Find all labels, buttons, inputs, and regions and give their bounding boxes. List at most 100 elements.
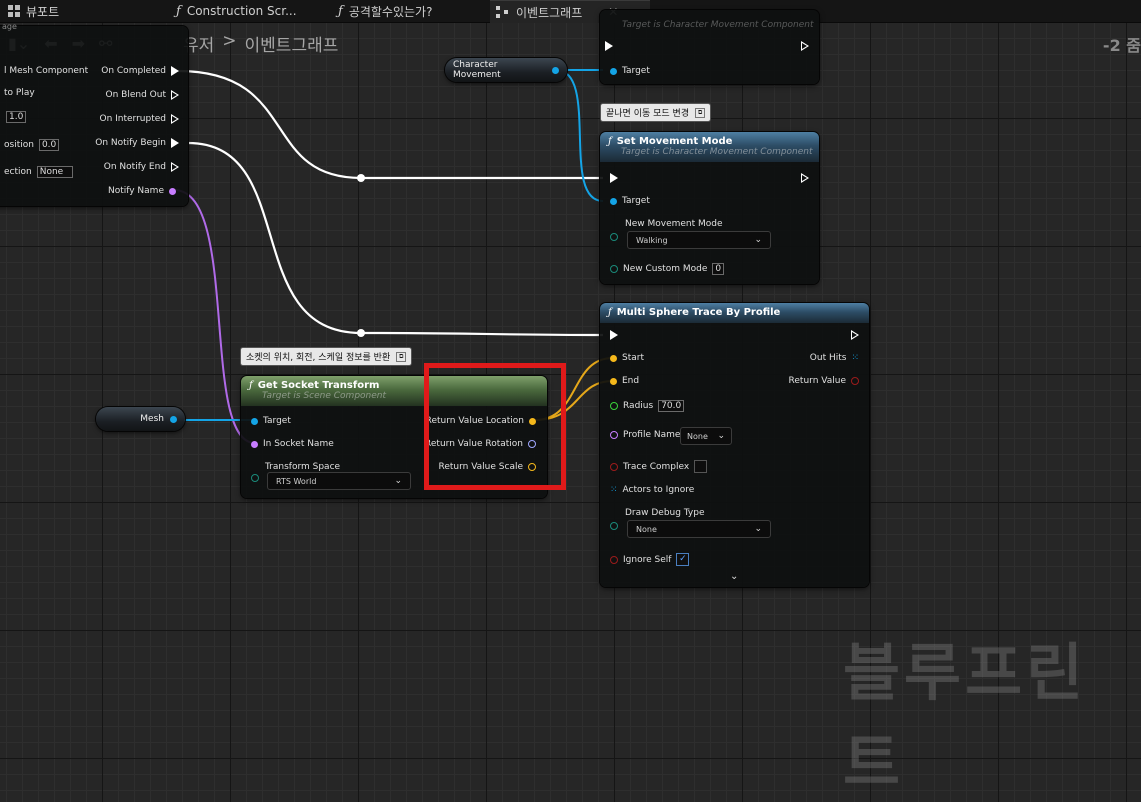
pin-position: osition 0.0 [4, 139, 60, 151]
comment-bubble[interactable]: 끝나면 이동 모드 변경 ⧉ [601, 104, 711, 121]
tab-label: 뷰포트 [26, 4, 60, 19]
exec-in-pin[interactable] [610, 330, 618, 340]
character-movement-variable[interactable]: Character Movement [445, 58, 567, 82]
exec-wire-to-trace [360, 331, 604, 337]
pin-section: ection None [4, 166, 73, 178]
exec-pin-icon [171, 162, 179, 172]
enum-pin-icon [610, 233, 618, 241]
reroute-knot-2 [357, 329, 365, 337]
exec-pin-icon [605, 41, 613, 51]
pin-trace-complex[interactable]: Trace Complex [610, 460, 708, 473]
ignore-self-checkbox[interactable]: ✓ [676, 553, 690, 566]
object-wire-cm-setmode [555, 69, 604, 202]
pin-target[interactable]: Target [251, 416, 291, 426]
exec-pin-icon [851, 330, 859, 340]
transform-space-label: Transform Space [265, 462, 341, 472]
bool-pin-icon [851, 377, 859, 385]
play-rate-input[interactable]: 1.0 [6, 111, 27, 123]
pin-profile-name[interactable]: Profile Name [610, 430, 680, 440]
position-input[interactable]: 0.0 [38, 139, 60, 151]
enum-pin-icon [251, 474, 259, 482]
exec-pin-icon [171, 114, 179, 124]
blueprint-watermark: 블루프린트 [843, 636, 1088, 799]
character-movement-node-top[interactable]: Target is Character Movement Component T… [600, 10, 819, 84]
exec-pin-icon [171, 66, 179, 76]
pin-new-movement-mode[interactable] [610, 233, 618, 241]
radius-input[interactable]: 70.0 [658, 400, 685, 412]
mesh-variable[interactable]: Mesh [96, 407, 185, 431]
tab-viewport[interactable]: 뷰포트 [8, 0, 59, 22]
tab-bar: 뷰포트 ƒ Construction Scr... ƒ 공격할수있는가? 이벤트… [0, 0, 1141, 23]
pin-return-value[interactable]: Return Value [789, 376, 859, 386]
pin-start[interactable]: Start [610, 353, 644, 363]
pin-mesh-component: l Mesh Component [4, 66, 89, 76]
name-pin-icon [169, 187, 176, 195]
array-pin-icon: ⁙ [851, 353, 859, 363]
pin-draw-debug-type[interactable] [610, 522, 618, 530]
profile-name-dropdown[interactable]: None ⌄ [680, 427, 732, 445]
tab-label: Construction Scr... [186, 4, 297, 18]
new-movement-mode-label: New Movement Mode [625, 219, 723, 229]
pin-play-rate: 1.0 [6, 111, 27, 123]
chevron-down-icon: ⌄ [754, 524, 762, 534]
node-subtitle: Target is Character Movement Component [622, 20, 814, 30]
pin-on-blend-out[interactable]: On Blend Out [106, 90, 179, 100]
set-movement-mode-node[interactable]: ƒ Set Movement Mode Target is Character M… [600, 132, 819, 284]
object-pin-icon[interactable] [552, 66, 559, 74]
exec-wire-completed [177, 69, 362, 180]
object-pin-icon [251, 417, 258, 425]
pin-transform-space[interactable] [251, 474, 259, 482]
tab-can-attack[interactable]: ƒ 공격할수있는가? [338, 0, 432, 22]
tab-label: 이벤트그래프 [516, 5, 583, 20]
pin-on-notify-end[interactable]: On Notify End [104, 162, 179, 172]
pin-notify-name[interactable]: Notify Name [108, 186, 176, 196]
exec-out-pin[interactable] [801, 41, 809, 51]
function-icon: ƒ [338, 3, 343, 19]
multi-sphere-trace-node[interactable]: ƒ Multi Sphere Trace By Profile Start End… [600, 303, 869, 587]
pin-actors-to-ignore[interactable]: ⁙ Actors to Ignore [610, 485, 694, 495]
float-pin-icon [610, 402, 618, 410]
pin-out-hits[interactable]: Out Hits ⁙ [810, 353, 859, 363]
exec-in-pin[interactable] [610, 173, 618, 183]
exec-in-pin[interactable] [605, 41, 613, 51]
function-icon: ƒ [608, 136, 612, 147]
custom-mode-input[interactable]: 0 [712, 263, 725, 275]
exec-out-pin[interactable] [801, 173, 809, 183]
breadcrumb-separator: > [222, 31, 237, 51]
pin-radius[interactable]: Radius 70.0 [610, 400, 685, 412]
section-input[interactable]: None [36, 166, 73, 178]
tab-label: 공격할수있는가? [348, 4, 433, 19]
pin-ignore-self[interactable]: Ignore Self ✓ [610, 553, 690, 566]
pin-new-custom-mode[interactable]: New Custom Mode 0 [610, 263, 725, 275]
trace-complex-checkbox[interactable] [694, 460, 708, 473]
chevron-down-icon: ⌄ [754, 235, 762, 245]
transform-space-dropdown[interactable]: RTS World ⌄ [267, 472, 411, 490]
pin-target[interactable]: Target [610, 196, 650, 206]
comment-pin-icon: ⧉ [695, 107, 706, 118]
expand-chevron-icon[interactable]: ⌄ [730, 571, 738, 582]
draw-debug-dropdown[interactable]: None ⌄ [627, 520, 771, 538]
array-pin-icon: ⁙ [610, 485, 618, 495]
exec-pin-icon [801, 41, 809, 51]
pin-on-completed[interactable]: On Completed [101, 66, 179, 76]
movement-mode-dropdown[interactable]: Walking ⌄ [627, 231, 771, 249]
pin-end[interactable]: End [610, 376, 639, 386]
node-header: ƒ Multi Sphere Trace By Profile [600, 303, 869, 323]
play-montage-node[interactable]: age l Mesh Component to Play 1.0 osition… [0, 22, 188, 206]
breadcrumb-current: 이벤트그래프 [244, 36, 339, 56]
exec-wire-notify-begin [187, 141, 362, 335]
object-pin-icon [610, 197, 617, 205]
exec-pin-icon [610, 330, 618, 340]
pin-on-interrupted[interactable]: On Interrupted [99, 114, 179, 124]
vector-pin-icon [610, 377, 617, 385]
exec-out-pin[interactable] [851, 330, 859, 340]
tab-construction-script[interactable]: ƒ Construction Scr... [176, 0, 297, 22]
pin-on-notify-begin[interactable]: On Notify Begin [95, 138, 179, 148]
function-icon: ƒ [249, 380, 253, 391]
exec-pin-icon [610, 173, 618, 183]
object-pin-icon[interactable] [170, 415, 177, 423]
comment-bubble[interactable]: 소켓의 위치, 회전, 스케일 정보를 반환 ⧉ [241, 348, 412, 365]
zoom-level: -2 줌 [1102, 36, 1141, 55]
pin-target[interactable]: Target [610, 66, 650, 76]
pin-in-socket-name[interactable]: In Socket Name [251, 439, 334, 449]
